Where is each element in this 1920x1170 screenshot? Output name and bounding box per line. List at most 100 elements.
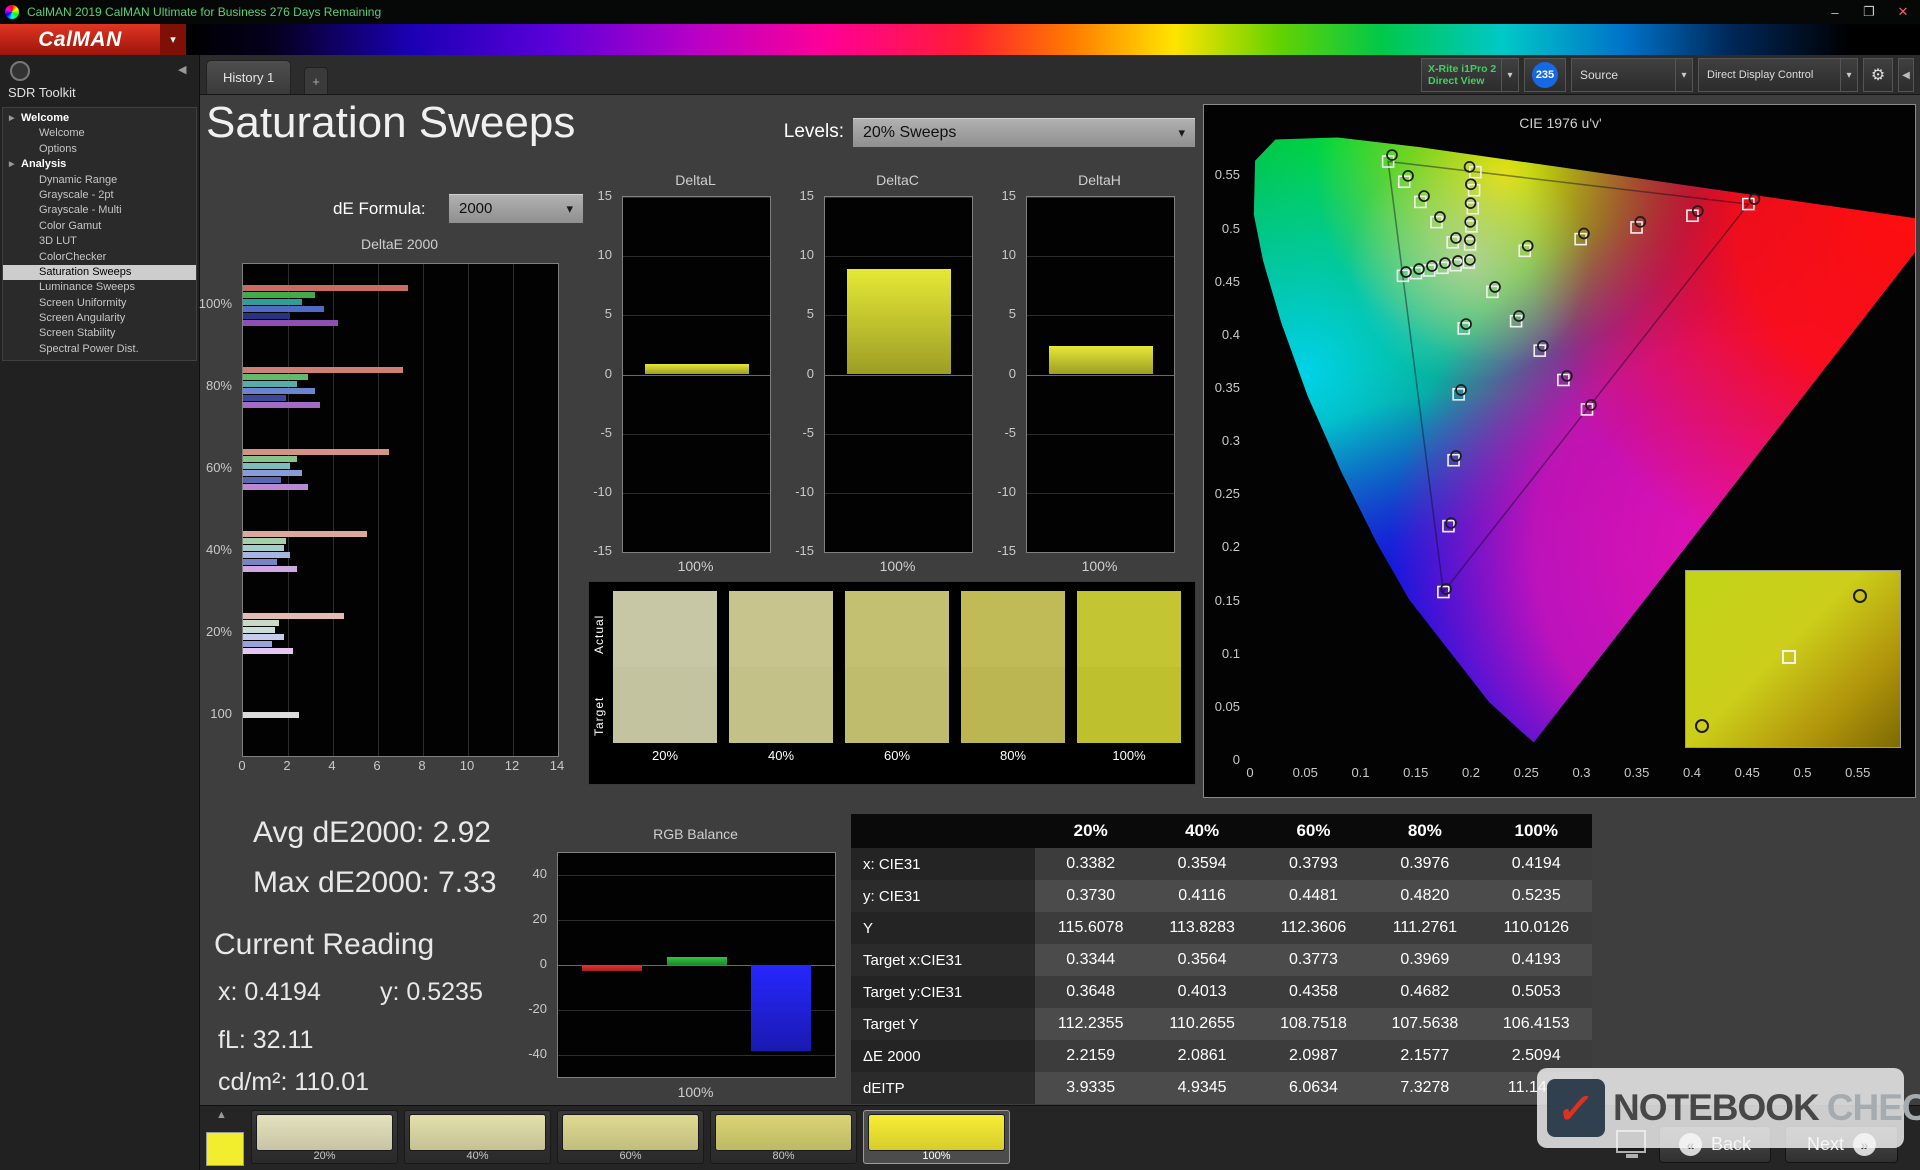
sidebar-item-color-gamut[interactable]: Color Gamut xyxy=(3,219,196,234)
y-tick-label: 20% xyxy=(205,624,232,639)
gridline xyxy=(378,264,379,756)
add-tab-button[interactable]: + xyxy=(304,67,328,94)
swatch-60 xyxy=(845,591,949,743)
sidebar-item-options[interactable]: Options xyxy=(3,142,196,157)
table-cell: 107.5638 xyxy=(1369,1008,1481,1040)
bar xyxy=(243,619,279,626)
table-cell: 2.0987 xyxy=(1257,1040,1370,1072)
table-cell: 0.4116 xyxy=(1146,880,1258,912)
sidebar-title: SDR Toolkit xyxy=(8,85,76,100)
maximize-icon[interactable]: ❐ xyxy=(1852,0,1886,24)
table-cell: 2.0861 xyxy=(1146,1040,1258,1072)
y-tick-label: -5 xyxy=(802,424,814,440)
table-cell: 0.3773 xyxy=(1257,944,1370,976)
sidebar-item-saturation-sweeps[interactable]: Saturation Sweeps xyxy=(3,264,196,281)
close-icon[interactable]: ✕ xyxy=(1886,0,1920,24)
sidebar-item-screen-angularity[interactable]: Screen Angularity xyxy=(3,311,196,326)
y-tick-label: 15 xyxy=(597,188,612,203)
gridline xyxy=(825,552,972,553)
spectrum-banner xyxy=(186,24,1920,55)
filmstrip-thumb-20[interactable]: 20% xyxy=(251,1110,398,1164)
tab-history-1[interactable]: History 1 xyxy=(206,60,292,94)
thumb-label: 40% xyxy=(466,1150,489,1162)
bar xyxy=(243,319,338,326)
thumb-swatch xyxy=(868,1114,1005,1151)
table-cell: 0.3382 xyxy=(1035,848,1147,880)
y-tick-label: 0.1 xyxy=(1221,645,1240,661)
display-control-selector[interactable]: Direct Display Control ▾ xyxy=(1698,58,1858,92)
actual-row-label: Actual xyxy=(592,614,606,654)
inset-target-point xyxy=(1782,650,1797,665)
gridline xyxy=(623,197,770,198)
calman-logo[interactable]: CalMAN xyxy=(0,24,160,55)
filmstrip-thumb-80[interactable]: 80% xyxy=(710,1110,857,1164)
sidebar-item-grayscale-multi[interactable]: Grayscale - Multi xyxy=(3,203,196,218)
deltaL-plot xyxy=(622,196,771,553)
current-patch-swatch xyxy=(206,1132,244,1166)
y-tick-label: 20 xyxy=(532,911,547,927)
reading-y: y: 0.5235 xyxy=(380,978,483,1006)
chevron-down-icon[interactable]: ▾ xyxy=(1675,59,1692,91)
profile-badge[interactable]: 235 xyxy=(1524,58,1566,92)
meter-name: X-Rite i1Pro 2 Direct View xyxy=(1422,63,1501,87)
chevron-down-icon[interactable]: ▾ xyxy=(1501,59,1518,91)
tree-item-label: Screen Uniformity xyxy=(39,296,127,309)
filmstrip-expand-icon[interactable]: ▲ xyxy=(216,1109,227,1121)
deltaE-plot xyxy=(242,263,559,757)
target-swatch xyxy=(1077,667,1181,743)
filmstrip-thumb-100[interactable]: 100% xyxy=(863,1110,1010,1164)
tab-label: History 1 xyxy=(223,70,275,85)
sidebar-item-colorchecker[interactable]: ColorChecker xyxy=(3,250,196,265)
deltaE-xlabels: 0 2 4 6 8 10 12 14 xyxy=(238,758,564,778)
sidebar-item-spectral-power-dist-[interactable]: Spectral Power Dist. xyxy=(3,342,196,357)
deltaC-chart: DeltaC 15 10 5 0 -5 -10 -15 100% xyxy=(782,172,973,592)
row-label: dEITP xyxy=(851,1072,1035,1104)
y-tick-label: -10 xyxy=(997,483,1016,499)
tree-item-label: Screen Stability xyxy=(39,327,116,340)
sidebar-item-welcome[interactable]: ▶ Welcome xyxy=(3,111,196,126)
swatch-label: 20% xyxy=(651,748,679,763)
sidebar-item-screen-stability[interactable]: Screen Stability xyxy=(3,326,196,341)
y-tick-label: 15 xyxy=(799,188,814,203)
sidebar-item-dynamic-range[interactable]: Dynamic Range xyxy=(3,173,196,188)
tree-item-label: Screen Angularity xyxy=(39,312,126,325)
sidebar-item-luminance-sweeps[interactable]: Luminance Sweeps xyxy=(3,280,196,295)
de-formula-dropdown[interactable]: 2000 ▾ xyxy=(448,193,584,224)
filmstrip-thumb-40[interactable]: 40% xyxy=(404,1110,551,1164)
sidebar-item-3d-lut[interactable]: 3D LUT xyxy=(3,234,196,249)
meter-selector[interactable]: X-Rite i1Pro 2 Direct View ▾ xyxy=(1421,58,1519,92)
sidebar-item-analysis[interactable]: ▶ Analysis xyxy=(3,157,196,172)
chevron-down-icon[interactable]: ▾ xyxy=(1840,59,1857,91)
cie-title: CIE 1976 u'v' xyxy=(1519,115,1602,131)
thumb-label: 80% xyxy=(772,1150,795,1162)
bar xyxy=(1048,346,1153,375)
thumb-swatch xyxy=(409,1114,546,1151)
x-tick-label: 0.5 xyxy=(1793,765,1812,780)
y-tick-label: 10 xyxy=(1001,247,1016,263)
workflow-button[interactable] xyxy=(10,61,30,81)
filmstrip-thumb-60[interactable]: 60% xyxy=(557,1110,704,1164)
bar xyxy=(243,712,300,718)
calman-app-window: CalMAN 2019 CalMAN Ultimate for Business… xyxy=(0,0,1920,1170)
sidebar-item-grayscale-2pt[interactable]: Grayscale - 2pt xyxy=(3,188,196,203)
gridline xyxy=(558,920,835,922)
bar xyxy=(644,363,749,375)
sidebar-item-welcome[interactable]: Welcome xyxy=(3,126,196,141)
check-icon: ✓ xyxy=(1555,1084,1597,1132)
levels-dropdown[interactable]: 20% Sweeps ▾ xyxy=(852,117,1196,148)
logo-menu-arrow-icon[interactable]: ▾ xyxy=(160,24,186,55)
bar xyxy=(666,957,727,965)
table-cell: 0.5235 xyxy=(1480,880,1592,912)
y-tick-label: 0.15 xyxy=(1214,592,1240,608)
source-selector[interactable]: Source ▾ xyxy=(1571,58,1693,92)
sidebar-collapse-icon[interactable]: ◀ xyxy=(178,63,186,76)
gear-icon[interactable]: ⚙ xyxy=(1863,58,1893,92)
gridline xyxy=(1027,552,1174,553)
thumb-label: 20% xyxy=(313,1150,336,1162)
swatch-80 xyxy=(961,591,1065,743)
y-tick-label: 40 xyxy=(532,866,547,882)
sidebar-item-screen-uniformity[interactable]: Screen Uniformity xyxy=(3,296,196,311)
minimize-icon[interactable]: – xyxy=(1818,0,1852,24)
bar xyxy=(243,394,286,401)
panel-collapse-icon[interactable]: ◀ xyxy=(1898,58,1914,92)
